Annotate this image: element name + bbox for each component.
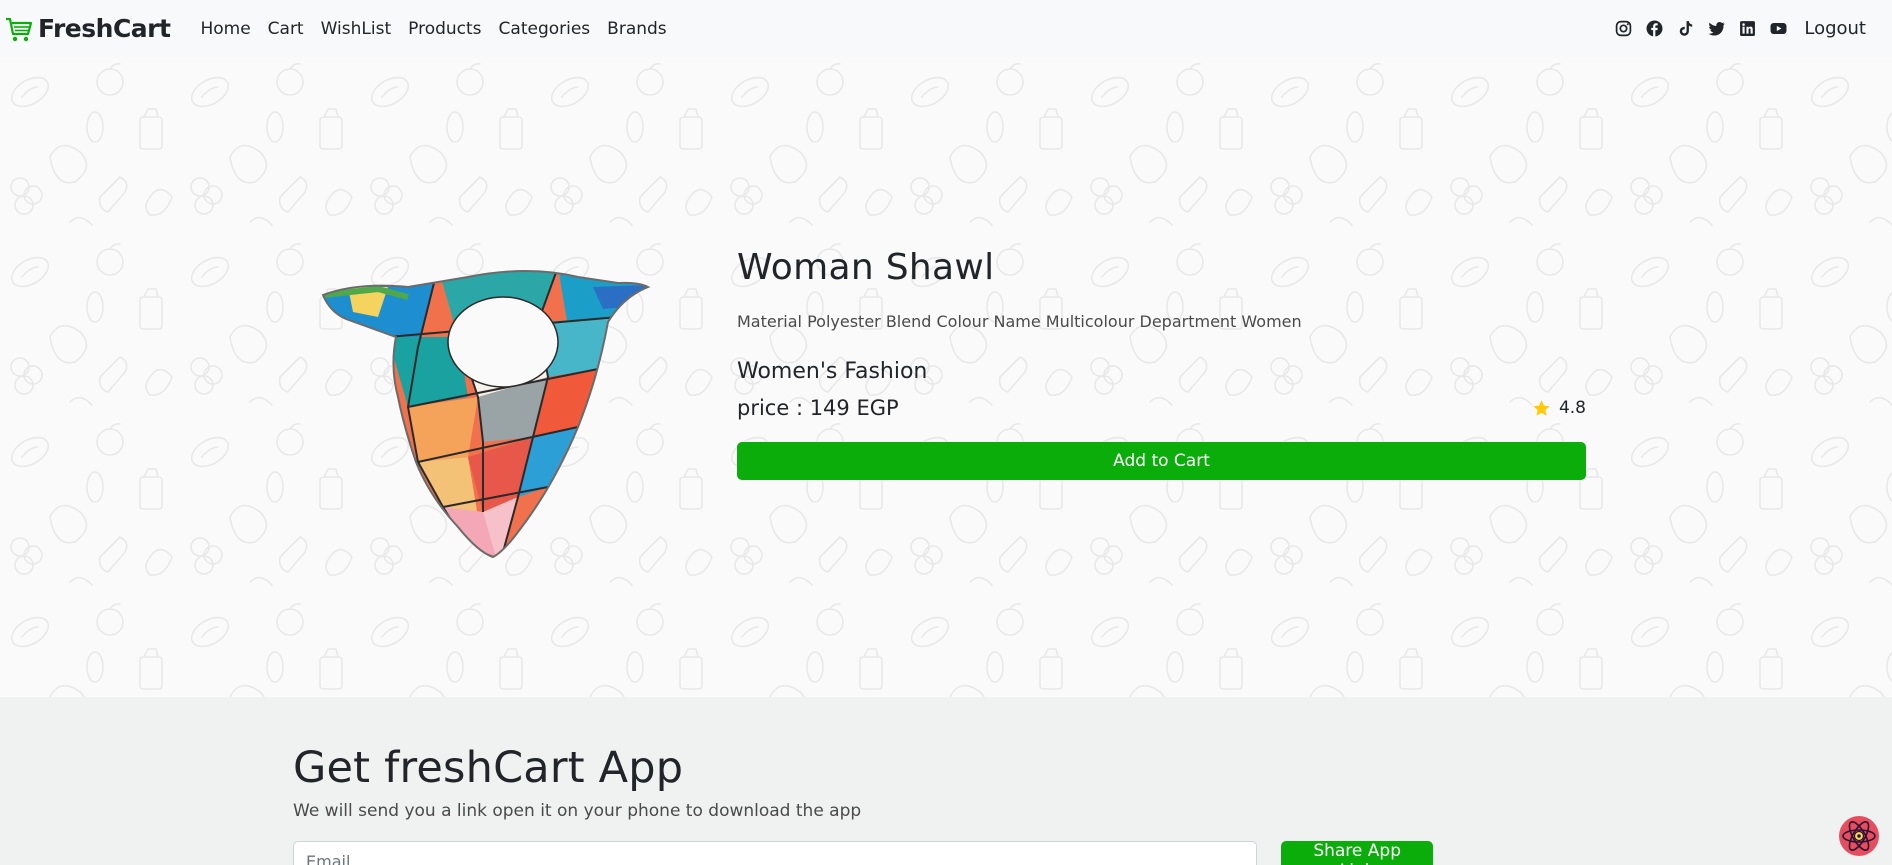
nav-link-categories[interactable]: Categories	[499, 19, 591, 39]
app-title: Get freshCart App	[293, 743, 684, 793]
nav-link-home[interactable]: Home	[200, 19, 250, 39]
product-info: Woman Shawl Material Polyester Blend Col…	[737, 247, 1586, 480]
product-row: Woman Shawl Material Polyester Blend Col…	[290, 57, 1590, 697]
product-section: Woman Shawl Material Polyester Blend Col…	[0, 57, 1892, 697]
product-description: Material Polyester Blend Colour Name Mul…	[737, 312, 1302, 331]
rating-value: 4.8	[1558, 398, 1586, 418]
app-subtitle: We will send you a link open it on your …	[293, 801, 862, 821]
nav-link-wishlist[interactable]: WishList	[321, 19, 392, 39]
product-category: Women's Fashion	[737, 359, 928, 384]
youtube-icon[interactable]	[1769, 19, 1788, 38]
product-rating: 4.8	[1532, 398, 1586, 418]
tiktok-icon[interactable]	[1676, 19, 1695, 38]
product-price: price : 149 EGP	[737, 396, 899, 420]
app-form: Share App Link	[293, 841, 1433, 865]
react-logo-icon[interactable]	[1838, 815, 1880, 857]
price-row: price : 149 EGP 4.8	[737, 396, 1586, 420]
product-title: Woman Shawl	[737, 247, 995, 288]
nav-link-brands[interactable]: Brands	[607, 19, 667, 39]
email-input[interactable]	[293, 841, 1258, 865]
instagram-icon[interactable]	[1614, 19, 1633, 38]
linkedin-icon[interactable]	[1738, 19, 1757, 38]
twitter-icon[interactable]	[1707, 19, 1726, 38]
logout-link[interactable]: Logout	[1804, 18, 1866, 39]
cart-icon	[6, 17, 33, 41]
product-image[interactable]	[318, 227, 678, 587]
brand-logo[interactable]: FreshCart	[4, 14, 171, 44]
nav-links: Home Cart WishList Products Categories B…	[200, 19, 666, 39]
add-to-cart-button[interactable]: Add to Cart	[737, 442, 1586, 480]
navbar: FreshCart Home Cart WishList Products Ca…	[0, 0, 1892, 57]
nav-link-cart[interactable]: Cart	[268, 19, 304, 39]
app-section: Get freshCart App We will send you a lin…	[0, 697, 1892, 865]
nav-right: Logout	[1614, 18, 1888, 39]
star-icon	[1533, 399, 1550, 416]
share-app-link-button[interactable]: Share App Link	[1281, 841, 1433, 865]
facebook-icon[interactable]	[1645, 19, 1664, 38]
app-inner: Get freshCart App We will send you a lin…	[293, 743, 1433, 865]
nav-link-products[interactable]: Products	[408, 19, 481, 39]
brand-name: FreshCart	[38, 14, 171, 43]
